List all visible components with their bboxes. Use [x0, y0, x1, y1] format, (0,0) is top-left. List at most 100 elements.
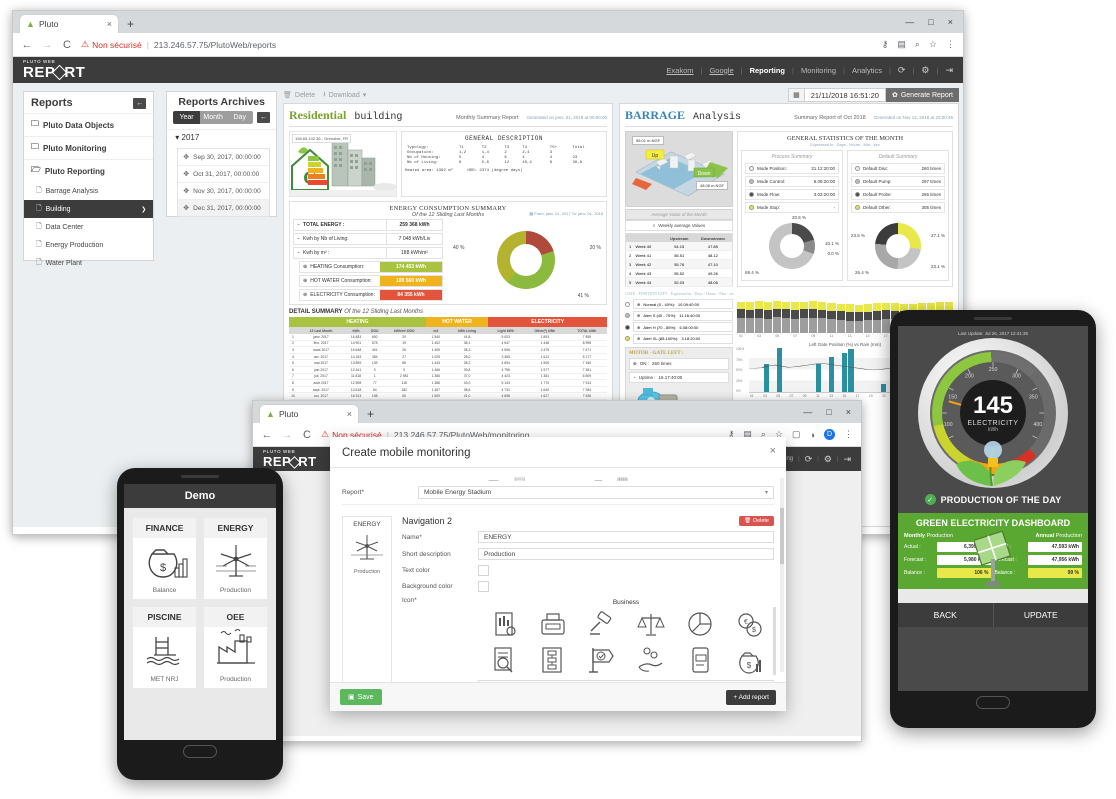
sidebar-item-water-plant[interactable]: 🗋 Water Plant — [24, 254, 153, 272]
plus-circle-icon[interactable]: ⊕ — [633, 361, 637, 367]
avatar[interactable]: D — [824, 429, 835, 440]
nav-item-reporting[interactable]: Reporting — [750, 66, 785, 75]
delete-button[interactable]: 🗑 Delete — [283, 91, 315, 100]
collapse-archives-button[interactable]: ← — [257, 112, 270, 123]
save-button[interactable]: ▣ Save — [340, 689, 382, 705]
tree-group-pluto-monitoring[interactable]: 🗀 Pluto Monitoring — [24, 136, 154, 159]
back-icon[interactable]: ← — [21, 39, 33, 51]
forward-icon[interactable]: → — [281, 429, 293, 441]
minimize-icon[interactable]: — — [905, 17, 914, 27]
nav-item-monitoring[interactable]: Monitoring — [801, 66, 836, 75]
report-top-select[interactable]: Mobile Energy Stadium ▾ — [418, 486, 774, 499]
plus-circle-icon[interactable]: ⊕ — [637, 302, 640, 307]
download-button[interactable]: ⭳ Download ▾ — [323, 90, 366, 101]
back-icon[interactable]: ← — [261, 429, 273, 441]
phone-home-button[interactable] — [183, 745, 217, 758]
app-logo[interactable]: PLUTO WEB REP RT — [263, 450, 317, 469]
logout-icon[interactable]: ⇥ — [945, 65, 953, 76]
list-item[interactable]: ✥ Sep 30, 2017, 00:00:00 — [178, 149, 269, 166]
browser-tab[interactable]: ▲ Pluto × — [259, 404, 359, 423]
minimize-icon[interactable]: — — [803, 407, 812, 417]
currency-exchange-icon[interactable]: € $ — [727, 609, 770, 639]
sidebar-item-barrage-analysis[interactable]: 🗋 Barrage Analysis — [24, 182, 153, 200]
close-tab-icon[interactable]: × — [347, 409, 352, 419]
move-handle-icon[interactable]: ✥ — [183, 170, 189, 178]
maximize-icon[interactable]: □ — [928, 17, 933, 27]
move-handle-icon[interactable]: ✥ — [183, 187, 189, 195]
close-icon[interactable]: × — [770, 445, 776, 457]
tile-finance[interactable]: FINANCE $ Balance — [133, 518, 196, 599]
update-button[interactable]: UPDATE — [994, 603, 1089, 627]
sidebar-item-building[interactable]: 🗋 Building ❯ — [24, 200, 154, 218]
refresh-icon[interactable]: ⟳ — [898, 65, 906, 76]
menu-icon[interactable]: ⋮ — [946, 39, 955, 50]
segment-day[interactable]: Day — [226, 111, 253, 124]
report-bottom-select[interactable]: Mobile Green Elec ▾ — [478, 680, 774, 682]
icon-grid-scrollbar[interactable] — [773, 607, 776, 675]
nav-item-exakom[interactable]: Exakom — [666, 66, 693, 75]
add-report-button[interactable]: + Add report — [726, 689, 776, 705]
tree-group-pluto-data-objects[interactable]: 🗀 Pluto Data Objects — [24, 113, 154, 136]
maximize-icon[interactable]: □ — [826, 407, 831, 417]
plus-circle-icon[interactable]: ⊕ — [303, 264, 307, 270]
flag-check-icon[interactable] — [580, 645, 623, 675]
new-tab-button[interactable]: + — [127, 17, 134, 31]
collapse-reports-button[interactable]: ← — [133, 97, 147, 109]
segment-month[interactable]: Month — [199, 111, 227, 124]
browser-tab[interactable]: ▲ Pluto × — [19, 14, 119, 33]
text-color-swatch[interactable] — [478, 565, 489, 576]
generate-report-button[interactable]: ✿ Generate Report — [885, 88, 959, 102]
bookmark-star-icon[interactable]: ☆ — [929, 39, 937, 50]
money-bag-growth-icon[interactable]: $ — [727, 645, 770, 675]
close-window-icon[interactable]: × — [948, 17, 953, 27]
settings-icon[interactable]: ⚙ — [921, 65, 929, 76]
gavel-icon[interactable] — [580, 609, 623, 639]
report-search-icon[interactable] — [482, 645, 525, 675]
refresh-icon[interactable]: ⟳ — [805, 454, 813, 465]
close-window-icon[interactable]: × — [846, 407, 851, 417]
tile-oee[interactable]: OEE Production — [204, 607, 267, 688]
logout-icon[interactable]: ⇥ — [843, 454, 851, 465]
phone-home-button[interactable] — [976, 696, 1010, 709]
date-picker[interactable]: ▦ 21/11/2018 16:51:20 — [788, 88, 886, 102]
plus-circle-icon[interactable]: ⊕ — [637, 336, 640, 341]
tile-piscine[interactable]: PISCINE MET NRJ — [133, 607, 196, 688]
mobile-payment-icon[interactable] — [678, 645, 721, 675]
extension-icon[interactable]: ▤ — [897, 39, 906, 50]
move-handle-icon[interactable]: ✥ — [183, 204, 189, 212]
reload-icon[interactable]: C — [61, 39, 73, 51]
new-tab-button[interactable]: + — [367, 407, 374, 421]
cash-register-icon[interactable] — [531, 609, 574, 639]
hand-coins-icon[interactable] — [629, 645, 672, 675]
close-tab-icon[interactable]: × — [107, 19, 112, 29]
list-item[interactable]: ✥ Nov 30, 2017, 00:00:00 — [178, 183, 269, 200]
scales-icon[interactable] — [629, 609, 672, 639]
address-bar[interactable]: ⚠ Non sécurisé | 213.246.57.75/PlutoWeb/… — [81, 39, 874, 50]
short-description-input[interactable]: Production — [478, 548, 774, 560]
segment-year[interactable]: Year — [173, 111, 200, 124]
nav-item-google[interactable]: Google — [709, 66, 733, 75]
sidebar-item-data-center[interactable]: 🗋 Data Center — [24, 218, 153, 236]
plus-circle-icon[interactable]: ⊕ — [303, 278, 307, 284]
list-item[interactable]: ✥ Dec 31, 2017, 00:00:00 — [178, 200, 269, 216]
pie-chart-icon[interactable] — [678, 609, 721, 639]
delete-navigation-button[interactable]: 🗑 Delete — [739, 516, 774, 526]
plus-circle-icon[interactable]: ⊕ — [637, 325, 640, 330]
search-icon[interactable]: ⌕ — [915, 39, 920, 50]
tree-group-pluto-reporting[interactable]: 🗁 Pluto Reporting — [24, 159, 154, 182]
forward-icon[interactable]: → — [41, 39, 53, 51]
reading-list-icon[interactable]: ▢ — [792, 429, 801, 440]
app-logo[interactable]: PLUTO WEB REP RT — [23, 60, 85, 81]
plus-circle-icon[interactable]: ⊕ — [303, 292, 307, 298]
tile-energy[interactable]: ENERGY Production — [204, 518, 267, 599]
chart-document-icon[interactable] — [482, 609, 525, 639]
menu-icon[interactable]: ⋮ — [844, 429, 853, 440]
modal-scroll-thumb[interactable] — [780, 508, 784, 564]
sidebar-item-energy-production[interactable]: 🗋 Energy Production — [24, 236, 153, 254]
key-icon[interactable]: ⚷ — [882, 39, 889, 50]
settings-icon[interactable]: ⚙ — [824, 454, 832, 465]
archives-year-row[interactable]: ▾ 2017 — [167, 129, 276, 145]
reload-icon[interactable]: C — [301, 429, 313, 441]
org-chart-icon[interactable] — [531, 645, 574, 675]
plus-circle-icon[interactable]: ⊕ — [637, 313, 640, 318]
